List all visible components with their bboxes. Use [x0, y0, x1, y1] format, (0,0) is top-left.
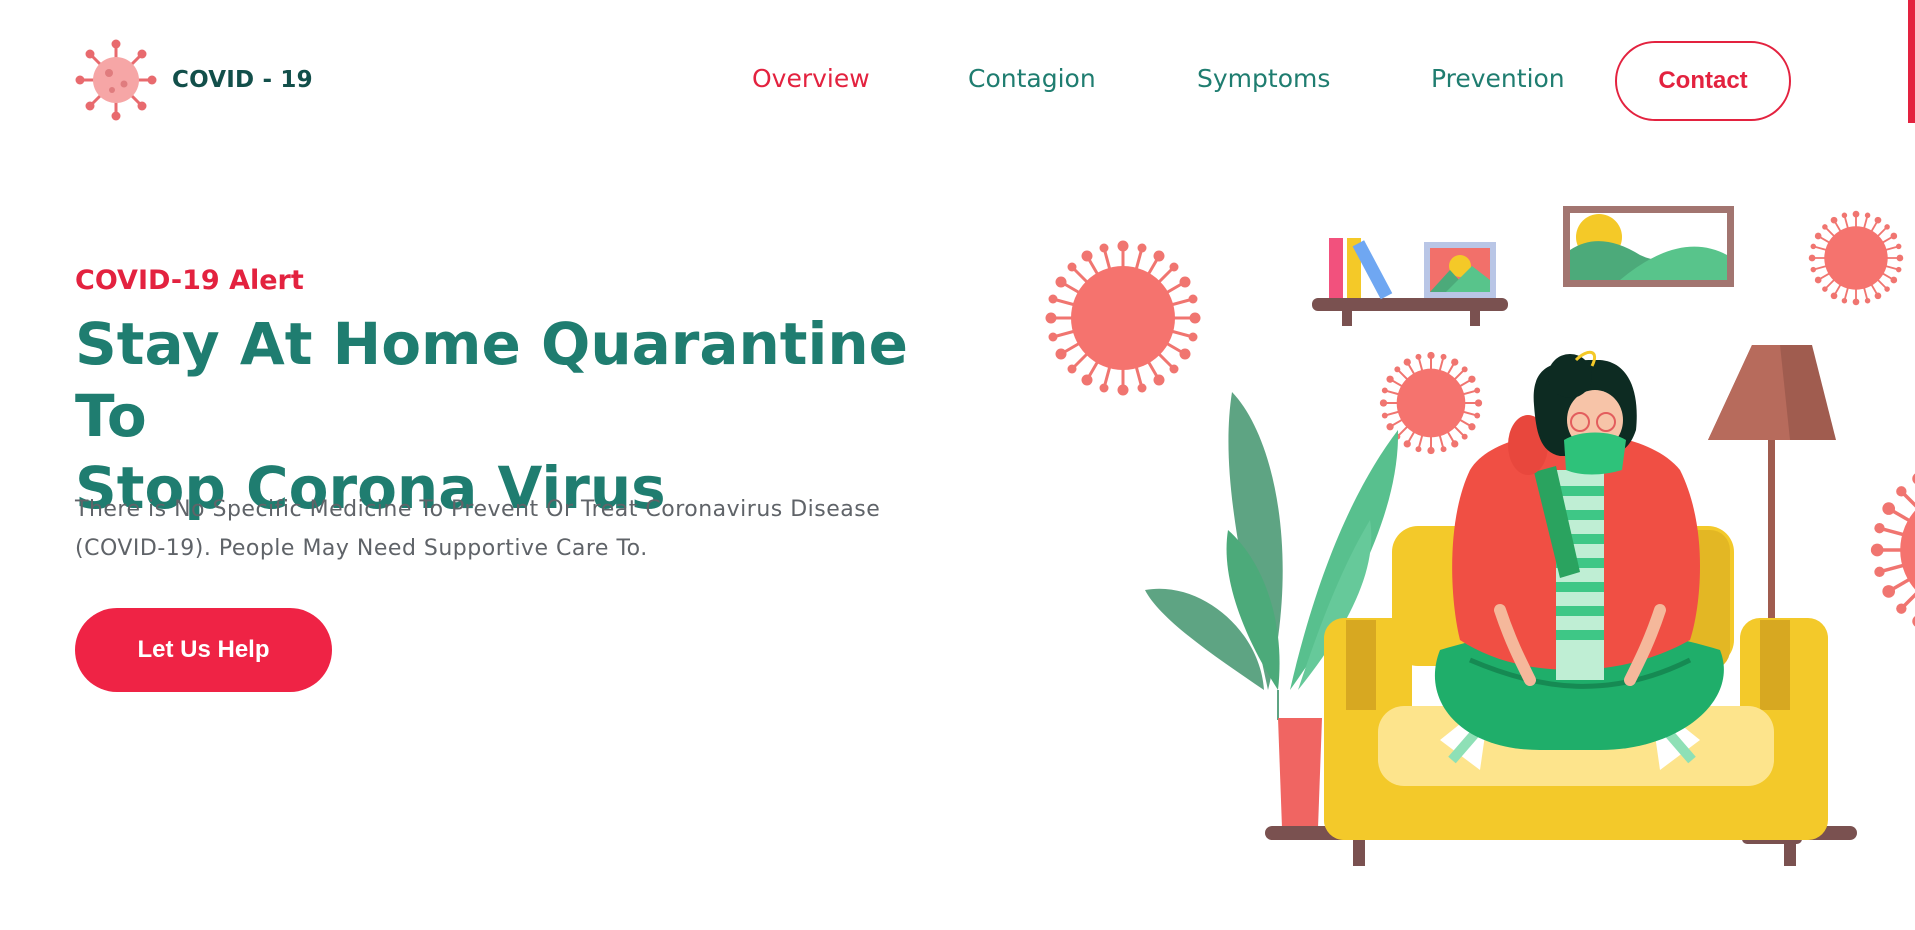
nav-prevention[interactable]: Prevention — [1431, 64, 1565, 93]
hero-description: There is No Specific Medicine To Prevent… — [75, 490, 955, 568]
contact-button[interactable]: Contact — [1615, 41, 1791, 121]
quarantine-illustration — [1044, 206, 1915, 866]
nav-contagion[interactable]: Contagion — [968, 64, 1096, 93]
site-header: COVID - 19 Overview Contagion Symptoms P… — [0, 0, 1915, 170]
virus-icon — [1807, 209, 1905, 307]
nav-symptoms[interactable]: Symptoms — [1197, 64, 1330, 93]
hero-description-line-2: (COVID-19). People May Need Supportive C… — [75, 536, 648, 561]
let-us-help-button[interactable]: Let Us Help — [75, 608, 332, 692]
hero-title-line-1: Stay At Home Quarantine To — [75, 310, 909, 450]
edge-accent-bar — [1908, 0, 1915, 123]
hero-alert: COVID-19 Alert — [75, 265, 304, 296]
nav-overview[interactable]: Overview — [752, 64, 870, 93]
wall-picture-graphic — [1563, 206, 1734, 287]
virus-icon — [1044, 239, 1202, 397]
virus-icon — [1869, 459, 1915, 641]
hero-description-line-1: There is No Specific Medicine To Prevent… — [75, 497, 881, 522]
shelf-graphic — [1312, 238, 1508, 326]
